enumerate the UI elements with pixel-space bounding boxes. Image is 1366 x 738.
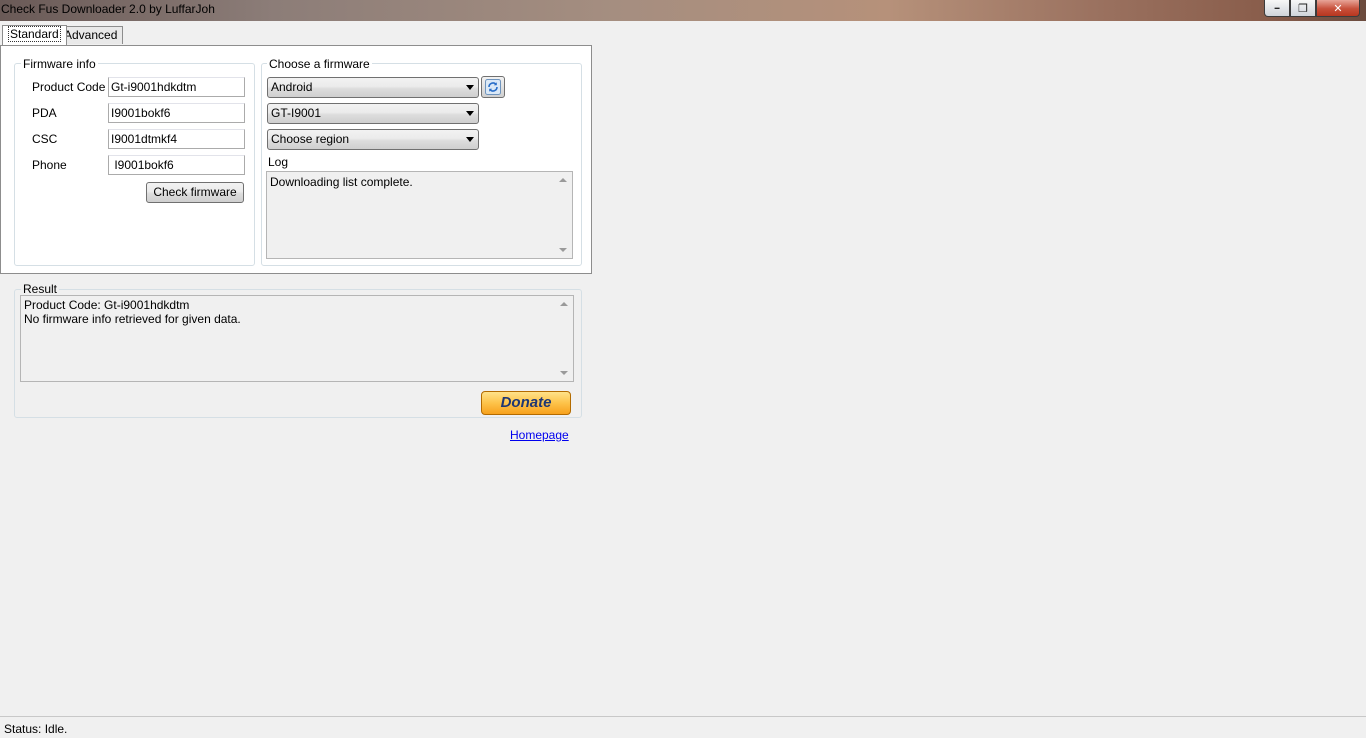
tab-standard[interactable]: Standard — [2, 25, 67, 45]
refresh-button[interactable] — [481, 76, 505, 98]
log-label: Log — [268, 155, 289, 169]
csc-label: CSC — [32, 132, 58, 146]
pda-input[interactable] — [108, 103, 245, 123]
refresh-icon — [485, 79, 501, 95]
result-line: Product Code: Gt-i9001hdkdtm — [24, 298, 190, 312]
choose-firmware-legend: Choose a firmware — [267, 57, 372, 71]
status-bar: Status: Idle. — [0, 716, 1366, 738]
maximize-icon: ❐ — [1298, 2, 1308, 15]
region-select[interactable]: Choose region — [267, 129, 479, 150]
scroll-up-icon[interactable] — [560, 302, 568, 306]
chevron-down-icon — [466, 137, 474, 142]
minimize-icon: ━ — [1274, 3, 1280, 13]
os-select-value: Android — [271, 80, 313, 94]
csc-input[interactable] — [108, 129, 245, 149]
scroll-down-icon[interactable] — [559, 248, 567, 252]
phone-input[interactable] — [108, 155, 245, 175]
homepage-link[interactable]: Homepage — [510, 428, 569, 442]
os-select[interactable]: Android — [267, 77, 479, 98]
result-legend: Result — [21, 282, 60, 296]
chevron-down-icon — [466, 111, 474, 116]
log-text: Downloading list complete. — [270, 175, 413, 189]
tab-standard-label: Standard — [8, 26, 61, 42]
tab-advanced-label: Advanced — [64, 28, 118, 42]
phone-label: Phone — [32, 158, 67, 172]
status-text: Status: Idle. — [4, 722, 68, 736]
log-textarea[interactable]: Downloading list complete. — [266, 171, 573, 259]
tab-advanced[interactable]: Advanced — [58, 26, 124, 44]
pda-label: PDA — [32, 106, 57, 120]
donate-button[interactable]: Donate — [481, 391, 571, 415]
minimize-button[interactable]: ━ — [1264, 0, 1290, 17]
region-select-value: Choose region — [271, 132, 350, 146]
close-icon: ✕ — [1333, 2, 1343, 15]
model-select[interactable]: GT-I9001 — [267, 103, 479, 124]
result-line: No firmware info retrieved for given dat… — [24, 312, 241, 326]
result-textarea[interactable]: Product Code: Gt-i9001hdkdtm No firmware… — [20, 295, 574, 382]
window-title: Check Fus Downloader 2.0 by LuffarJoh — [1, 2, 215, 16]
title-bar[interactable]: Check Fus Downloader 2.0 by LuffarJoh ━ … — [0, 0, 1366, 21]
window-controls: ━ ❐ ✕ — [1264, 0, 1360, 18]
scroll-up-icon[interactable] — [559, 178, 567, 182]
product-code-label: Product Code — [32, 80, 106, 94]
firmware-info-legend: Firmware info — [21, 57, 98, 71]
close-button[interactable]: ✕ — [1316, 0, 1360, 17]
maximize-button[interactable]: ❐ — [1290, 0, 1316, 17]
check-firmware-button[interactable]: Check firmware — [146, 182, 244, 203]
chevron-down-icon — [466, 85, 474, 90]
log-scrollbar[interactable] — [555, 172, 572, 258]
result-scrollbar[interactable] — [556, 296, 573, 381]
scroll-down-icon[interactable] — [560, 371, 568, 375]
product-code-input[interactable] — [108, 77, 245, 97]
model-select-value: GT-I9001 — [271, 106, 322, 120]
